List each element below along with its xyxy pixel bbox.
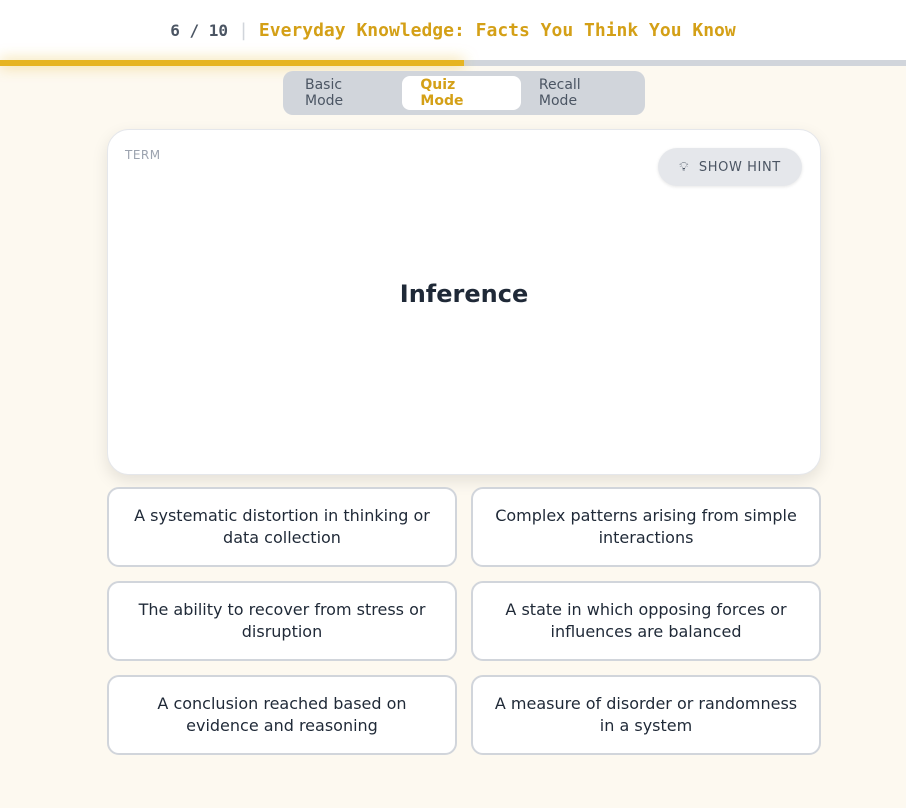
mode-toggle: Basic Mode Quiz Mode Recall Mode	[283, 71, 645, 115]
top-bar: 6 / 10 | Everyday Knowledge: Facts You T…	[0, 0, 906, 60]
lightbulb-icon: 💡︎	[679, 159, 689, 175]
answer-option[interactable]: Complex patterns arising from simple int…	[471, 487, 821, 567]
answer-option[interactable]: A conclusion reached based on evidence a…	[107, 675, 457, 755]
basic-mode-button[interactable]: Basic Mode	[287, 76, 402, 110]
deck-title: Everyday Knowledge: Facts You Think You …	[258, 19, 736, 41]
flashcard: TERM 💡︎ SHOW HINT Inference	[107, 129, 821, 475]
term-label: TERM	[125, 148, 161, 162]
answer-option[interactable]: A state in which opposing forces or infl…	[471, 581, 821, 661]
answer-option[interactable]: A measure of disorder or randomness in a…	[471, 675, 821, 755]
answer-option[interactable]: The ability to recover from stress or di…	[107, 581, 457, 661]
quiz-mode-button[interactable]: Quiz Mode	[402, 76, 521, 110]
answer-option[interactable]: A systematic distortion in thinking or d…	[107, 487, 457, 567]
progress-bar	[0, 60, 906, 66]
recall-mode-button[interactable]: Recall Mode	[521, 76, 641, 110]
answer-options: A systematic distortion in thinking or d…	[107, 487, 821, 755]
header-separator: |	[238, 19, 249, 41]
show-hint-label: SHOW HINT	[698, 159, 781, 175]
term-text: Inference	[399, 280, 529, 308]
show-hint-button[interactable]: 💡︎ SHOW HINT	[658, 148, 802, 186]
progress-counter: 6 / 10	[170, 20, 229, 40]
progress-bar-fill	[0, 60, 464, 66]
